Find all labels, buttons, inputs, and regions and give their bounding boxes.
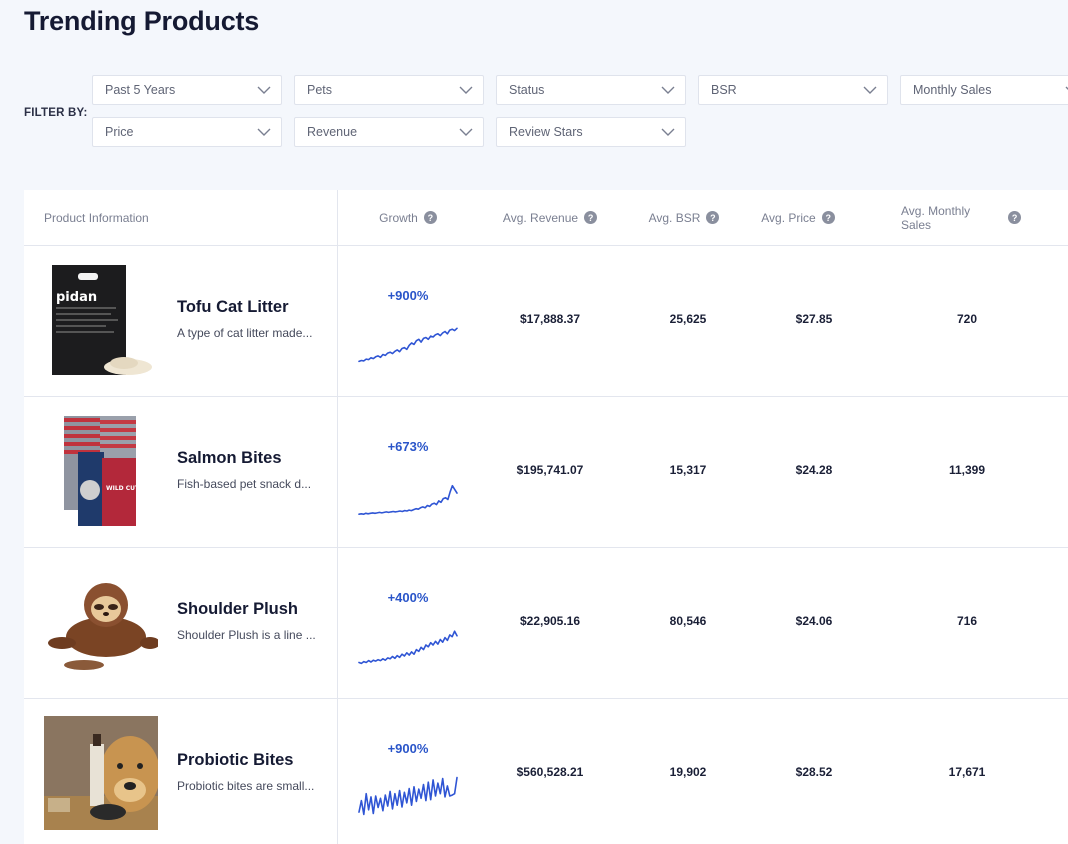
page-title: Trending Products xyxy=(24,6,260,36)
filter-select-past-5-years[interactable]: Past 5 Years xyxy=(92,75,282,105)
product-name[interactable]: Tofu Cat Litter xyxy=(177,298,289,317)
filter-select-price[interactable]: Price xyxy=(92,117,282,147)
avg-bsr-value: 19,902 xyxy=(669,765,707,779)
growth-percent: +673% xyxy=(387,439,429,454)
chevron-down-icon xyxy=(863,86,877,94)
column-header-avg-revenue[interactable]: Avg. Revenue? xyxy=(490,190,610,245)
filter-select-label: Status xyxy=(509,83,545,97)
filter-select-status[interactable]: Status xyxy=(496,75,686,105)
table-row[interactable]: Probiotic Bites Probiotic bites are small… xyxy=(24,699,1068,844)
chevron-down-icon xyxy=(661,128,675,136)
help-icon[interactable]: ? xyxy=(584,211,598,224)
filter-select-label: Revenue xyxy=(307,125,358,139)
avg-revenue-value: $195,741.07 xyxy=(516,463,584,477)
help-icon[interactable]: ? xyxy=(1008,211,1021,224)
growth-sparkline xyxy=(357,620,459,670)
filter-select-label: Past 5 Years xyxy=(105,83,176,97)
avg-price-value: $27.85 xyxy=(795,312,833,326)
avg-price-value: $24.28 xyxy=(795,463,833,477)
product-description: Probiotic bites are small... xyxy=(177,779,315,793)
product-description: Fish-based pet snack d... xyxy=(177,477,312,491)
growth-percent: +900% xyxy=(387,288,429,303)
column-header-label: Avg. BSR xyxy=(648,210,701,225)
chevron-down-icon xyxy=(459,86,473,94)
column-header-product-information[interactable]: Product Information xyxy=(44,190,149,245)
filter-select-label: Pets xyxy=(307,83,333,97)
column-header-label: Product Information xyxy=(44,210,149,225)
avg-revenue-value: $17,888.37 xyxy=(519,312,581,326)
table-row[interactable]: WILD CUTS Salmon Bites Fish-based pet sna… xyxy=(24,397,1068,548)
filter-select-revenue[interactable]: Revenue xyxy=(294,117,484,147)
product-name[interactable]: Salmon Bites xyxy=(177,449,282,468)
chevron-down-icon xyxy=(257,86,271,94)
column-header-label: Avg. Price xyxy=(761,210,816,225)
product-thumbnail[interactable]: WILD CUTS xyxy=(44,414,158,528)
avg-revenue-value: $560,528.21 xyxy=(516,765,584,779)
filter-select-label: Price xyxy=(105,125,134,139)
avg-monthly-sales-value: 716 xyxy=(956,614,978,628)
growth-sparkline xyxy=(357,469,459,519)
help-icon[interactable]: ? xyxy=(423,211,437,224)
product-thumbnail[interactable]: pidan xyxy=(44,263,158,377)
avg-revenue-value: $22,905.16 xyxy=(519,614,581,628)
product-thumbnail[interactable] xyxy=(44,716,160,830)
svg-text:pidan: pidan xyxy=(56,290,97,305)
product-thumbnail[interactable] xyxy=(44,565,160,679)
filter-select-label: BSR xyxy=(711,83,737,97)
growth-sparkline xyxy=(357,318,459,368)
filter-select-label: Review Stars xyxy=(509,125,583,139)
help-icon[interactable]: ? xyxy=(706,211,720,224)
chevron-down-icon xyxy=(257,128,271,136)
avg-monthly-sales-value: 720 xyxy=(956,312,978,326)
column-header-avg-monthly-sales[interactable]: Avg. Monthly Sales? xyxy=(901,190,1021,245)
help-icon[interactable]: ? xyxy=(821,211,835,224)
chevron-down-icon xyxy=(661,86,675,94)
filter-select-label: Monthly Sales xyxy=(913,83,992,97)
table-row[interactable]: pidan Tofu Cat Litter A type of cat litte… xyxy=(24,246,1068,397)
product-name[interactable]: Shoulder Plush xyxy=(177,600,298,619)
avg-monthly-sales-value: 11,399 xyxy=(948,463,986,477)
product-description: Shoulder Plush is a line ... xyxy=(177,628,316,642)
avg-price-value: $28.52 xyxy=(795,765,833,779)
filter-select-pets[interactable]: Pets xyxy=(294,75,484,105)
column-header-label: Avg. Monthly Sales xyxy=(901,203,971,232)
products-table: Product Information Growth? Avg. Revenue? A… xyxy=(24,190,1068,844)
filter-select-bsr[interactable]: BSR xyxy=(698,75,888,105)
avg-price-value: $24.06 xyxy=(795,614,833,628)
growth-sparkline xyxy=(357,771,459,821)
svg-text:WILD CUTS: WILD CUTS xyxy=(106,485,143,492)
chevron-down-icon xyxy=(459,128,473,136)
product-name[interactable]: Probiotic Bites xyxy=(177,751,293,770)
growth-percent: +400% xyxy=(387,590,429,605)
filter-select-monthly-sales[interactable]: Monthly Sales xyxy=(900,75,1068,105)
product-description: A type of cat litter made... xyxy=(177,326,313,340)
table-header: Product Information Growth? Avg. Revenue? A… xyxy=(24,190,1068,246)
column-header-avg-bsr[interactable]: Avg. BSR? xyxy=(624,190,744,245)
filter-label: FILTER BY: xyxy=(24,107,88,119)
filter-select-review-stars[interactable]: Review Stars xyxy=(496,117,686,147)
avg-bsr-value: 80,546 xyxy=(669,614,707,628)
column-header-label: Avg. Revenue xyxy=(502,210,579,225)
avg-bsr-value: 25,625 xyxy=(669,312,707,326)
column-header-growth[interactable]: Growth? xyxy=(348,190,468,245)
column-header-avg-price[interactable]: Avg. Price? xyxy=(738,190,858,245)
table-row[interactable]: Shoulder Plush Shoulder Plush is a line .… xyxy=(24,548,1068,699)
avg-bsr-value: 15,317 xyxy=(669,463,707,477)
growth-percent: +900% xyxy=(387,741,429,756)
column-header-label: Growth xyxy=(379,210,418,225)
avg-monthly-sales-value: 17,671 xyxy=(948,765,986,779)
